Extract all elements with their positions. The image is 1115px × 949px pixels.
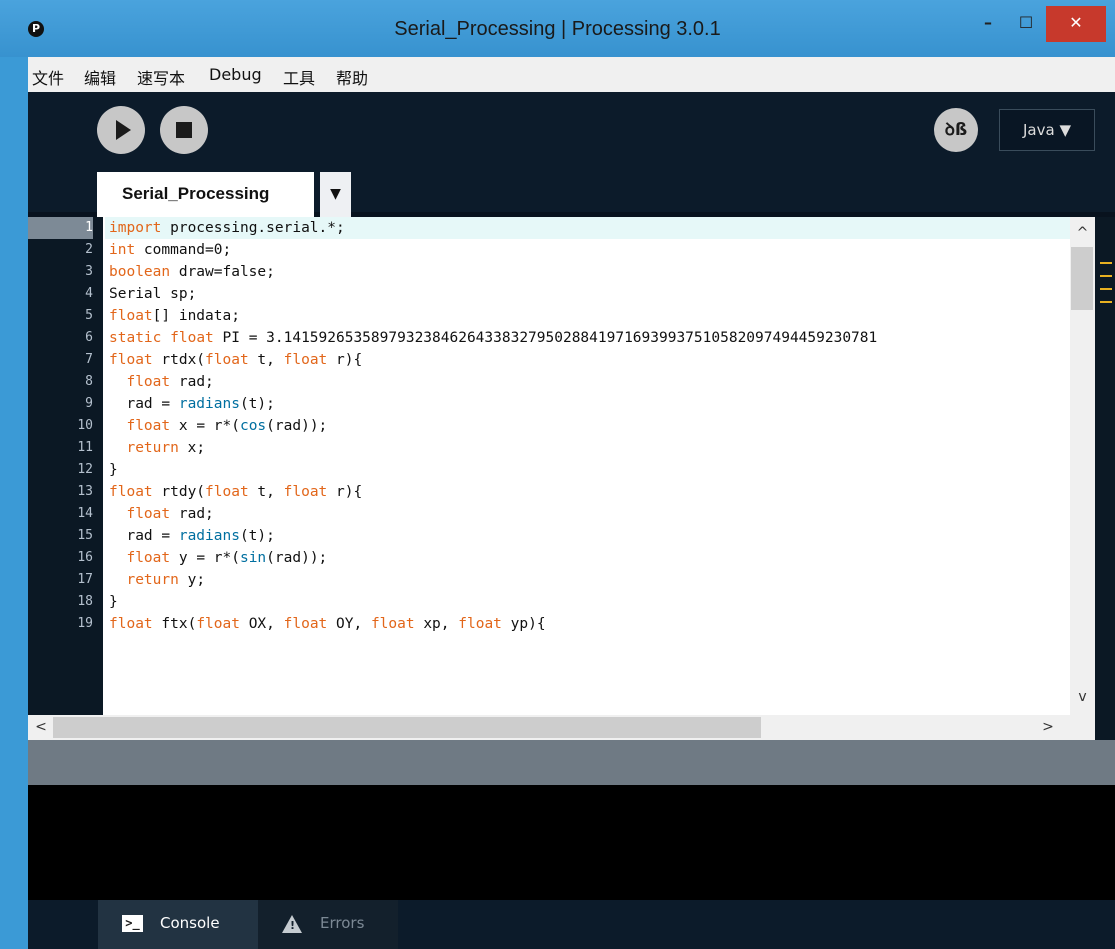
line-number-gutter: 1 2 3 4 5 6 7 8 9 10 11 12 13 14 15 16 1… xyxy=(28,217,103,715)
menu-debug[interactable]: Debug xyxy=(209,65,262,84)
horizontal-scroll-thumb[interactable] xyxy=(53,717,761,738)
scroll-left-icon[interactable]: < xyxy=(31,717,51,738)
line-number: 5 xyxy=(85,308,93,323)
menu-file[interactable]: 文件 xyxy=(32,65,64,89)
scroll-right-icon[interactable]: > xyxy=(1038,717,1058,738)
errors-tab-label: Errors xyxy=(320,914,365,932)
title-bar: P Serial_Processing | Processing 3.0.1 –… xyxy=(0,0,1115,57)
line-number: 9 xyxy=(85,396,93,411)
window-title: Serial_Processing | Processing 3.0.1 xyxy=(394,18,721,40)
stop-icon xyxy=(176,122,192,138)
scroll-up-icon[interactable]: ^ xyxy=(1070,223,1095,243)
menu-edit[interactable]: 编辑 xyxy=(84,65,116,89)
console-tab-label: Console xyxy=(160,914,220,932)
code-editor[interactable]: 1 2 3 4 5 6 7 8 9 10 11 12 13 14 15 16 1… xyxy=(28,217,1115,715)
code-line[interactable]: boolean draw=false; xyxy=(109,261,1074,283)
code-line[interactable]: import processing.serial.*; xyxy=(105,217,1074,239)
code-line[interactable]: Serial sp; xyxy=(109,283,1074,305)
run-button[interactable] xyxy=(97,106,145,154)
processing-editor-app: ꝺß Java ▼ Serial_Processing ▼ 1 2 3 4 5 … xyxy=(28,92,1115,949)
mode-selector[interactable]: Java ▼ xyxy=(999,109,1095,151)
line-number: 10 xyxy=(77,418,93,433)
vertical-scroll-thumb[interactable] xyxy=(1071,247,1093,310)
code-line[interactable]: } xyxy=(109,591,1074,613)
warning-icon: ! xyxy=(282,915,302,933)
horizontal-scrollbar[interactable]: < > xyxy=(28,715,1095,740)
code-line[interactable]: static float PI = 3.14159265358979323846… xyxy=(109,327,1074,349)
tab-errors[interactable]: ! Errors xyxy=(258,900,398,949)
vertical-scrollbar[interactable]: ^ v xyxy=(1070,217,1095,715)
code-line[interactable]: float y = r*(sin(rad)); xyxy=(109,547,1074,569)
tab-label: Serial_Processing xyxy=(122,184,270,203)
marker[interactable] xyxy=(1100,262,1112,264)
line-number: 2 xyxy=(85,242,93,257)
code-line[interactable]: float[] indata; xyxy=(109,305,1074,327)
code-line[interactable]: float rtdy(float t, float r){ xyxy=(109,481,1074,503)
line-number: 18 xyxy=(77,594,93,609)
error-marker-strip[interactable] xyxy=(1095,217,1115,740)
line-number: 3 xyxy=(85,264,93,279)
code-line[interactable]: } xyxy=(109,459,1074,481)
code-line[interactable]: return y; xyxy=(109,569,1074,591)
line-number: 16 xyxy=(77,550,93,565)
close-button[interactable]: ✕ xyxy=(1046,6,1106,42)
line-number: 11 xyxy=(77,440,93,455)
line-number: 13 xyxy=(77,484,93,499)
code-line[interactable]: float x = r*(cos(rad)); xyxy=(109,415,1074,437)
maximize-button[interactable]: ☐ xyxy=(1008,6,1044,42)
line-number: 4 xyxy=(85,286,93,301)
line-number: 6 xyxy=(85,330,93,345)
code-line[interactable]: float rad; xyxy=(109,371,1074,393)
debug-icon[interactable]: ꝺß xyxy=(934,108,978,152)
menu-sketch[interactable]: 速写本 xyxy=(137,65,185,89)
scroll-down-icon[interactable]: v xyxy=(1070,687,1095,707)
terminal-icon: >_ xyxy=(122,915,143,932)
code-line[interactable]: float ftx(float OX, float OY, float xp, … xyxy=(109,613,1074,635)
marker[interactable] xyxy=(1100,301,1112,303)
console-tabs: >_ Console ! Errors xyxy=(28,900,1115,949)
minimize-button[interactable]: – xyxy=(970,6,1006,42)
status-bar xyxy=(28,740,1115,785)
line-number: 12 xyxy=(77,462,93,477)
line-number: 1 xyxy=(28,217,93,239)
menu-help[interactable]: 帮助 xyxy=(336,65,368,89)
menu-tools[interactable]: 工具 xyxy=(283,65,315,89)
marker[interactable] xyxy=(1100,288,1112,290)
processing-window: P Serial_Processing | Processing 3.0.1 –… xyxy=(0,0,1115,949)
menu-bar: 文件 编辑 速写本 Debug 工具 帮助 xyxy=(28,57,1115,92)
line-number: 8 xyxy=(85,374,93,389)
code-line[interactable]: return x; xyxy=(109,437,1074,459)
line-number: 19 xyxy=(77,616,93,631)
code-line[interactable]: float rtdx(float t, float r){ xyxy=(109,349,1074,371)
code-line[interactable]: float rad; xyxy=(109,503,1074,525)
marker[interactable] xyxy=(1100,275,1112,277)
tab-serial-processing[interactable]: Serial_Processing xyxy=(97,172,314,217)
line-number: 17 xyxy=(77,572,93,587)
line-number: 15 xyxy=(77,528,93,543)
code-line[interactable]: int command=0; xyxy=(109,239,1074,261)
line-number: 14 xyxy=(77,506,93,521)
tab-menu-button[interactable]: ▼ xyxy=(320,172,351,217)
line-number: 7 xyxy=(85,352,93,367)
code-line[interactable]: rad = radians(t); xyxy=(109,393,1074,415)
run-icon xyxy=(116,120,131,140)
code-line[interactable]: rad = radians(t); xyxy=(109,525,1074,547)
tab-console[interactable]: >_ Console xyxy=(98,900,258,949)
stop-button[interactable] xyxy=(160,106,208,154)
console-output[interactable] xyxy=(28,785,1115,900)
